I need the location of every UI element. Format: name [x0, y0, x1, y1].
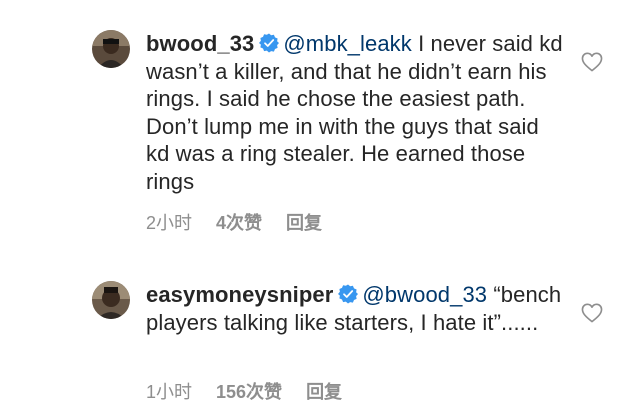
comment-likes[interactable]: 4次赞 [216, 209, 262, 235]
reply-button[interactable]: 回复 [286, 209, 322, 235]
comment-time: 1小时 [146, 382, 193, 402]
avatar[interactable] [92, 30, 130, 68]
reply-button[interactable]: 回复 [306, 378, 342, 404]
comment-meta: 2小时 4次赞 回复 [146, 209, 322, 235]
comment-mention[interactable]: @mbk_leakk [283, 31, 412, 56]
comment-time: 2小时 [146, 213, 193, 233]
comment-username[interactable]: bwood_33 [146, 31, 254, 56]
comment-username[interactable]: easymoneysniper [146, 282, 333, 307]
avatar[interactable] [92, 281, 130, 319]
comment-body: easymoneysniper @bwood_33 “bench players … [146, 281, 566, 336]
comment-body: bwood_33 @mbk_leakk I never said kd wasn’… [146, 30, 566, 195]
heart-outline-icon[interactable] [581, 52, 603, 72]
comment-meta: 1小时 156次赞 回复 [146, 378, 342, 404]
heart-outline-icon[interactable] [581, 303, 603, 323]
comment-mention[interactable]: @bwood_33 [362, 282, 487, 307]
verified-badge-icon [338, 284, 359, 304]
comment-likes[interactable]: 156次赞 [216, 378, 282, 404]
verified-badge-icon [259, 33, 280, 53]
